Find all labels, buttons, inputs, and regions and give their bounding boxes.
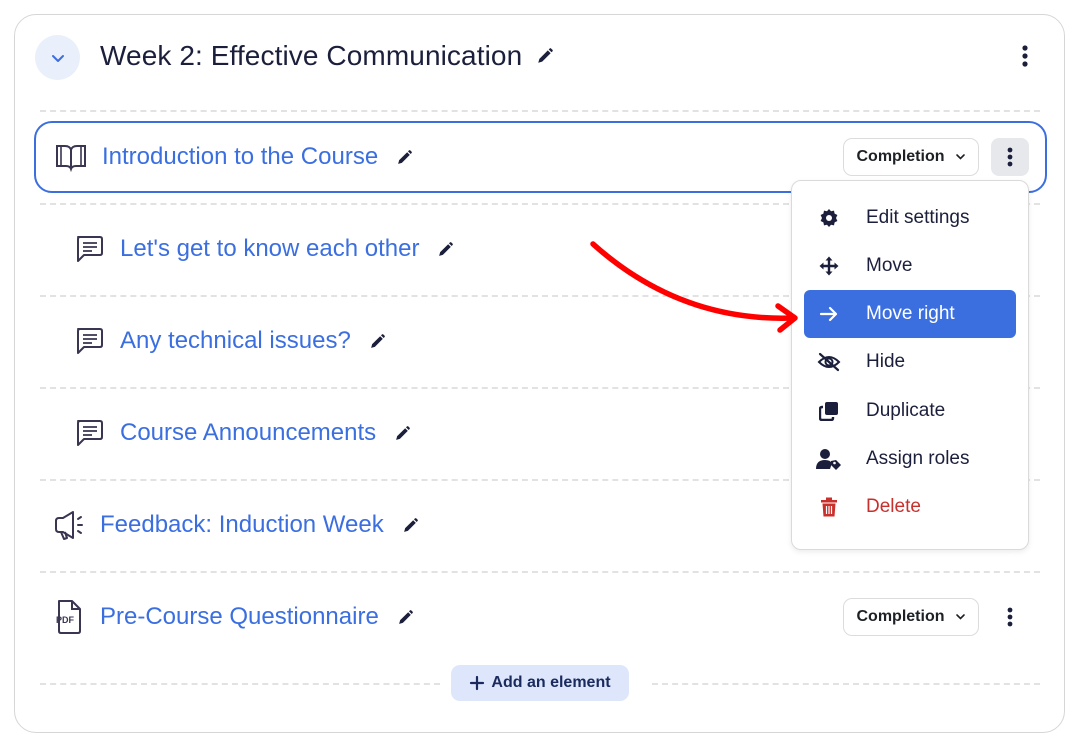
completion-dropdown[interactable]: Completion [843, 138, 979, 176]
move-arrows-icon [816, 256, 842, 276]
menu-item-label: Edit settings [866, 207, 970, 228]
section-title-text: Week 2: Effective Communication [100, 40, 523, 71]
menu-item-label: Duplicate [866, 400, 946, 421]
section-menu-button[interactable] [1012, 42, 1038, 70]
menu-item-hide[interactable]: Hide [804, 338, 1016, 386]
chevron-down-icon [955, 614, 965, 620]
gear-icon [816, 208, 842, 228]
menu-item-label: Delete [866, 496, 921, 517]
pdf-file-icon: PDF [52, 600, 86, 634]
activity-menu-button[interactable] [991, 138, 1029, 176]
completion-label: Completion [856, 608, 945, 625]
chevron-down-icon [955, 154, 965, 160]
activity-link[interactable]: Feedback: Induction Week [100, 511, 384, 539]
menu-item-label: Hide [866, 351, 906, 372]
menu-item-label: Move right [866, 303, 955, 324]
megaphone-feedback-icon [52, 508, 86, 542]
book-open-icon [54, 140, 88, 174]
pencil-icon [538, 48, 554, 63]
forum-chat-icon [72, 324, 106, 358]
pencil-icon [398, 609, 413, 624]
user-tag-icon [816, 448, 842, 470]
duplicate-icon [816, 401, 842, 421]
activity-menu-button[interactable] [991, 598, 1029, 636]
trash-icon [816, 497, 842, 517]
divider [40, 571, 1040, 573]
menu-item-move-right[interactable]: Move right [804, 290, 1016, 338]
completion-dropdown[interactable]: Completion [843, 598, 979, 636]
pencil-icon [398, 149, 413, 164]
menu-item-label: Move [866, 255, 913, 276]
edit-section-title-button[interactable] [536, 47, 554, 65]
edit-activity-title-button[interactable] [394, 425, 411, 442]
activity-action-menu: Edit settings Move Move right Hide Dupli… [791, 180, 1029, 550]
add-element-button[interactable]: Add an element [451, 665, 629, 701]
add-element-label: Add an element [491, 674, 611, 691]
kebab-vertical-icon [1022, 45, 1028, 67]
menu-item-label: Assign roles [866, 448, 970, 469]
menu-item-delete[interactable]: Delete [804, 483, 1016, 531]
section-title: Week 2: Effective Communication [100, 40, 554, 72]
chevron-down-icon [51, 54, 64, 62]
plus-icon [470, 675, 485, 691]
menu-item-duplicate[interactable]: Duplicate [804, 387, 1016, 435]
eye-slash-icon [816, 352, 842, 372]
divider [40, 683, 440, 685]
pdf-icon-label: PDF [56, 615, 75, 625]
forum-chat-icon [72, 232, 106, 266]
pencil-icon [403, 517, 418, 532]
activity-link[interactable]: Any technical issues? [120, 327, 351, 355]
divider [40, 110, 1040, 112]
edit-activity-title-button[interactable] [396, 149, 413, 166]
pencil-icon [396, 425, 411, 440]
edit-activity-title-button[interactable] [402, 517, 419, 534]
edit-activity-title-button[interactable] [437, 241, 454, 258]
collapse-section-button[interactable] [35, 35, 80, 80]
forum-chat-icon [72, 416, 106, 450]
kebab-vertical-icon [1007, 607, 1013, 627]
arrow-right-icon [816, 305, 842, 323]
activity-link[interactable]: Let's get to know each other [120, 235, 419, 263]
activity-link[interactable]: Introduction to the Course [102, 143, 378, 171]
completion-label: Completion [856, 148, 945, 165]
divider [652, 683, 1040, 685]
pencil-icon [439, 241, 454, 256]
menu-item-move[interactable]: Move [804, 242, 1016, 290]
activity-link[interactable]: Pre-Course Questionnaire [100, 603, 379, 631]
edit-activity-title-button[interactable] [397, 609, 414, 626]
kebab-vertical-icon [1007, 147, 1013, 167]
menu-item-edit-settings[interactable]: Edit settings [804, 194, 1016, 242]
menu-item-assign-roles[interactable]: Assign roles [804, 435, 1016, 483]
edit-activity-title-button[interactable] [369, 333, 386, 350]
pencil-icon [370, 333, 385, 348]
activity-link[interactable]: Course Announcements [120, 419, 376, 447]
